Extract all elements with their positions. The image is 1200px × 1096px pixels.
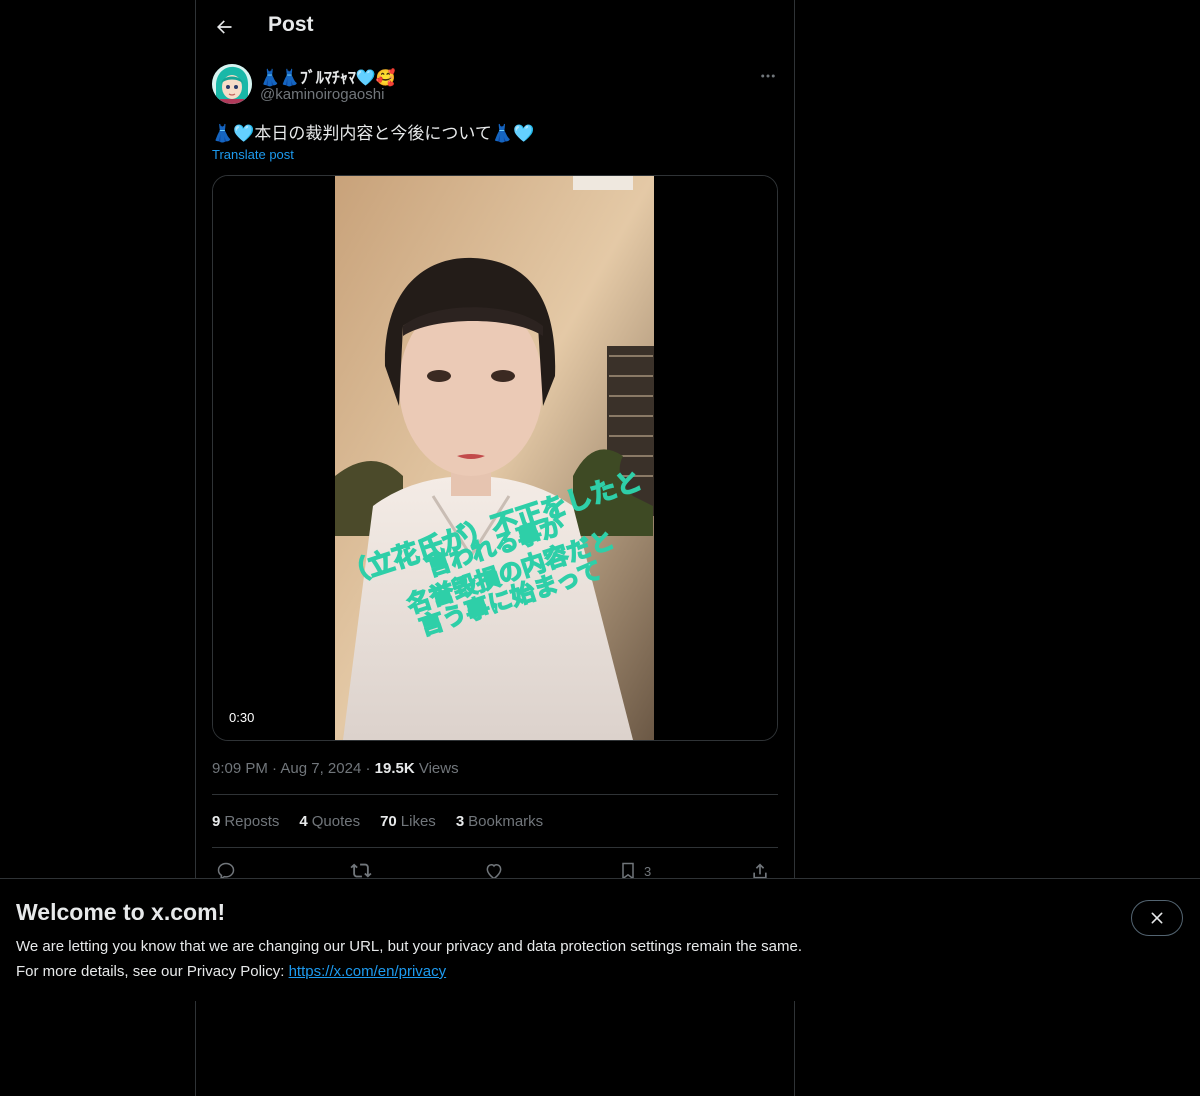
avatar[interactable]: [212, 64, 252, 104]
header-bar: Post: [196, 0, 794, 54]
close-icon: [1151, 912, 1163, 924]
divider: [212, 794, 778, 795]
likes-label: Likes: [400, 813, 436, 830]
privacy-policy-link[interactable]: https://x.com/en/privacy: [289, 963, 447, 980]
views-count: 19.5K: [374, 760, 415, 777]
back-button[interactable]: [206, 9, 242, 45]
banner-message: We are letting you know that we are chan…: [16, 938, 802, 955]
more-options-button[interactable]: [754, 62, 782, 90]
likes-stat[interactable]: 70 Likes: [380, 813, 436, 830]
engagement-stats: 9 Reposts 4 Quotes 70 Likes 3 Bookmarks: [212, 813, 543, 830]
back-arrow-icon: [217, 20, 232, 34]
quotes-stat[interactable]: 4 Quotes: [299, 813, 360, 830]
reposts-label: Reposts: [224, 813, 280, 830]
translate-post-link[interactable]: Translate post: [212, 147, 294, 162]
author-handle[interactable]: @kaminoirogaoshi: [260, 86, 384, 103]
views-label: Views: [418, 760, 459, 777]
bookmarks-count: 3: [455, 813, 465, 830]
quotes-label: Quotes: [311, 813, 361, 830]
quotes-count: 4: [299, 813, 308, 830]
likes-count: 70: [380, 813, 397, 830]
reposts-stat[interactable]: 9 Reposts: [212, 813, 279, 830]
post-date[interactable]: Aug 7, 2024: [280, 760, 361, 777]
banner-title: Welcome to x.com!: [16, 899, 226, 925]
banner-privacy-line: For more details, see our Privacy Policy…: [16, 963, 446, 980]
video-frame: （立花氏が）不正をしたと 言われる事が 名誉毀損の内容だと 言う事に始まって: [213, 176, 777, 740]
separator-dot: ·: [365, 760, 375, 777]
post-time[interactable]: 9:09 PM: [212, 760, 268, 777]
video-duration: 0:30: [223, 708, 261, 727]
author-display-name[interactable]: 👗👗ﾌﾞﾙﾏﾁｬﾏ🩵🥰: [260, 64, 396, 88]
banner-privacy-prefix: For more details, see our Privacy Policy…: [16, 963, 289, 980]
divider: [212, 847, 778, 848]
avatar-image: [212, 64, 252, 104]
post-metadata: 9:09 PM · Aug 7, 2024 · 19.5K Views: [212, 760, 459, 777]
video-player[interactable]: （立花氏が）不正をしたと 言われる事が 名誉毀損の内容だと 言う事に始まって 0…: [212, 175, 778, 741]
bookmark-count: 3: [644, 863, 652, 879]
url-change-banner: Welcome to x.com! We are letting you kno…: [0, 878, 1200, 1001]
post-text: 👗🩵本日の裁判内容と今後について👗🩵: [212, 124, 535, 143]
bookmarks-label: Bookmarks: [468, 813, 544, 830]
bookmarks-stat[interactable]: 3 Bookmarks: [456, 813, 543, 830]
close-banner-button[interactable]: [1131, 900, 1183, 936]
more-horizontal-icon: [761, 74, 775, 78]
page-title: Post: [268, 13, 314, 36]
reposts-count: 9: [212, 813, 221, 830]
